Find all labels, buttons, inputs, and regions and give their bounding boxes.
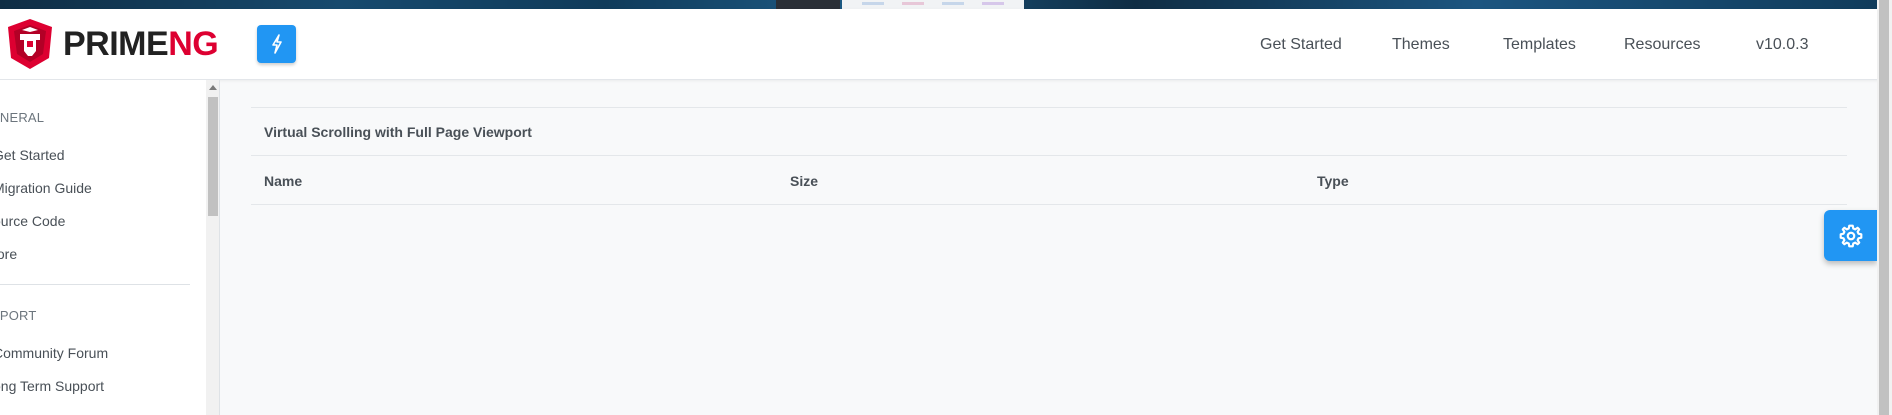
banner-thumbnail-light: [842, 0, 1024, 9]
table-header-border: [251, 155, 1847, 156]
page-scrollbar-thumb[interactable]: [1879, 0, 1889, 415]
sidebar-item-get-started[interactable]: Get Started: [0, 147, 65, 163]
sidebar-heading-support: PPORT: [0, 308, 37, 323]
sidebar-item-community-forum[interactable]: Community Forum: [0, 345, 108, 361]
nav-get-started[interactable]: Get Started: [1260, 36, 1342, 54]
sidebar-scrollbar-thumb[interactable]: [208, 97, 218, 216]
sidebar-item-source-code[interactable]: ource Code: [0, 213, 65, 229]
top-banner: [0, 0, 1892, 9]
nav-templates[interactable]: Templates: [1503, 36, 1576, 54]
config-button[interactable]: [1824, 210, 1877, 261]
scroll-up-arrow-icon[interactable]: [209, 85, 217, 90]
top-bar: PRIMENG Get Started Themes Templates Res…: [0, 9, 1892, 80]
column-header-name[interactable]: Name: [264, 173, 302, 189]
sidebar-menu: ENERAL Get Started Migration Guide ource…: [0, 80, 206, 415]
gear-icon: [1839, 224, 1862, 247]
column-header-size[interactable]: Size: [790, 173, 818, 189]
nav-resources[interactable]: Resources: [1624, 36, 1700, 54]
nav-version[interactable]: v10.0.3: [1756, 36, 1808, 54]
sidebar-divider: [0, 284, 190, 285]
column-header-type[interactable]: Type: [1317, 173, 1349, 189]
sidebar-item-store[interactable]: tore: [0, 246, 17, 262]
page-scrollbar[interactable]: [1877, 0, 1892, 415]
table-header-bottom-border: [251, 204, 1847, 205]
nav-themes[interactable]: Themes: [1392, 36, 1450, 54]
banner-thumbnail-dark: [776, 0, 840, 9]
table-top-border: [251, 107, 1847, 108]
sidebar-heading-general: ENERAL: [0, 110, 45, 125]
table-title: Virtual Scrolling with Full Page Viewpor…: [264, 124, 532, 140]
sidebar-item-long-term-support[interactable]: ong Term Support: [0, 378, 104, 394]
top-nav: Get Started Themes Templates Resources v…: [0, 36, 1892, 56]
sidebar: ENERAL Get Started Migration Guide ource…: [0, 80, 220, 415]
sidebar-item-migration-guide[interactable]: Migration Guide: [0, 180, 92, 196]
sidebar-scrollbar[interactable]: [206, 80, 219, 415]
